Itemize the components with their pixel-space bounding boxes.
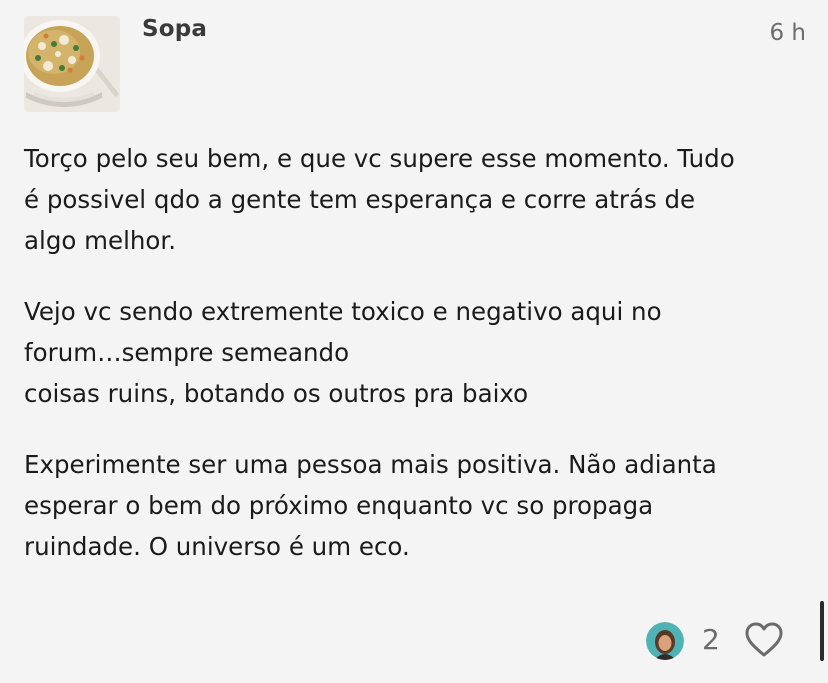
post-line: Vejo vc sendo extremente toxico e negati… <box>24 297 662 326</box>
post-line: Experimente ser uma pessoa mais positiva… <box>24 450 717 479</box>
post-body: Torço pelo seu bem, e que vc supere esse… <box>24 138 814 597</box>
soup-bowl-icon <box>24 16 120 112</box>
post-line: é possivel qdo a gente tem esperança e c… <box>24 185 696 214</box>
heart-outline-icon <box>745 622 783 657</box>
post-line: Torço pelo seu bem, e que vc supere esse… <box>24 144 735 173</box>
post-line: ruindade. O universo é um eco. <box>24 532 410 561</box>
post-paragraph: Experimente ser uma pessoa mais positiva… <box>24 444 814 567</box>
post-line: esperar o bem do próximo enquanto vc so … <box>24 491 654 520</box>
soup-bowl-avatar[interactable] <box>24 16 120 112</box>
like-button[interactable] <box>745 622 783 658</box>
post: Sopa 6 h Torço pelo seu bem, e que vc su… <box>0 0 828 683</box>
post-line: coisas ruins, botando os outros pra baix… <box>24 379 529 408</box>
post-line: forum…sempre semeando <box>24 338 350 367</box>
post-line: algo melhor. <box>24 226 177 255</box>
post-paragraph: Torço pelo seu bem, e que vc supere esse… <box>24 138 814 261</box>
user-avatar-icon <box>646 622 684 660</box>
post-timestamp[interactable]: 6 h <box>769 20 806 46</box>
post-footer: 2 <box>0 614 828 666</box>
like-count[interactable]: 2 <box>702 623 720 656</box>
scrollbar[interactable] <box>820 601 824 661</box>
liker-avatar[interactable] <box>646 622 684 660</box>
post-username[interactable]: Sopa <box>142 16 207 42</box>
post-paragraph: Vejo vc sendo extremente toxico e negati… <box>24 291 814 414</box>
